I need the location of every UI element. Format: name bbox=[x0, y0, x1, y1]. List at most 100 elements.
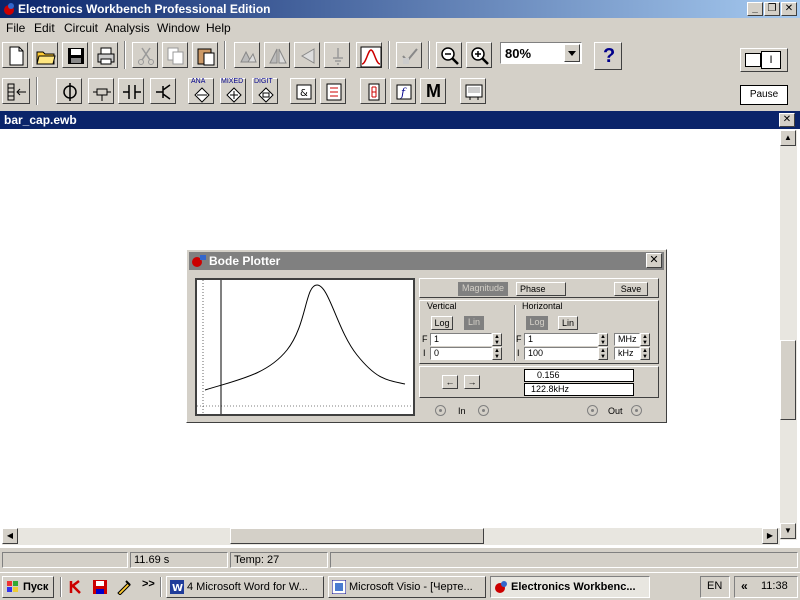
help-button[interactable]: ? bbox=[594, 42, 622, 70]
quicklaunch-more-button[interactable]: >> bbox=[142, 578, 155, 590]
zoom-out-button[interactable] bbox=[436, 42, 462, 68]
horizontal-final-unit-spinner-icon[interactable]: ▲ ▼ bbox=[640, 333, 650, 346]
tool-launcher-icon[interactable] bbox=[116, 579, 132, 595]
windows-logo-icon bbox=[7, 581, 18, 592]
digital-ics-bin-button[interactable]: DIGIT bbox=[252, 78, 278, 104]
analog-label: ANA bbox=[191, 78, 206, 85]
indicators-bin-button[interactable] bbox=[360, 78, 386, 104]
miscellaneous-bin-button[interactable]: M bbox=[420, 78, 446, 104]
tray-expand-button[interactable]: « bbox=[741, 579, 748, 593]
vertical-final-field[interactable]: 1 bbox=[430, 333, 492, 346]
restore-button[interactable]: ❐ bbox=[764, 2, 780, 16]
vertical-scroll-thumb[interactable] bbox=[780, 340, 796, 420]
instruments-bin-button[interactable] bbox=[460, 78, 486, 104]
k-launcher-icon[interactable] bbox=[68, 579, 84, 595]
mixed-ics-bin-button[interactable]: MIXED bbox=[220, 78, 246, 104]
clock[interactable]: 11:38 bbox=[761, 580, 788, 592]
horizontal-scrollbar[interactable]: ◀ ▶ bbox=[2, 528, 780, 545]
task-visio[interactable]: Microsoft Visio - [Черте... bbox=[328, 576, 486, 598]
scroll-down-icon[interactable]: ▼ bbox=[780, 523, 796, 539]
menu-edit[interactable]: Edit bbox=[34, 21, 55, 35]
flip-horizontal-button[interactable] bbox=[264, 42, 290, 68]
vertical-initial-spinner-icon[interactable]: ▲ ▼ bbox=[492, 347, 502, 360]
create-subcircuit-button[interactable] bbox=[356, 42, 382, 68]
app-icon bbox=[4, 3, 14, 15]
minimize-button[interactable]: _ bbox=[747, 2, 763, 16]
sources-bin-button[interactable] bbox=[56, 78, 82, 104]
bode-plotter-title-bar[interactable]: Bode Plotter ✕ bbox=[189, 252, 664, 270]
cursor-right-button[interactable]: → bbox=[464, 375, 480, 389]
horizontal-log-button[interactable]: Log bbox=[526, 316, 548, 330]
open-button[interactable] bbox=[32, 42, 58, 68]
zoom-in-button[interactable] bbox=[466, 42, 492, 68]
horizontal-scroll-thumb[interactable] bbox=[230, 528, 484, 544]
scroll-up-icon[interactable]: ▲ bbox=[780, 130, 796, 146]
save-app-icon[interactable] bbox=[92, 579, 108, 595]
power-switch[interactable]: I bbox=[740, 48, 788, 72]
output-positive-terminal-icon[interactable] bbox=[587, 405, 598, 416]
print-button[interactable] bbox=[92, 42, 118, 68]
horizontal-initial-spinner-icon[interactable]: ▲ ▼ bbox=[598, 347, 608, 360]
document-title-bar[interactable]: bar_cap.ewb ✕ bbox=[0, 111, 800, 129]
transistors-bin-button[interactable] bbox=[150, 78, 176, 104]
chevron-down-icon[interactable] bbox=[564, 44, 580, 62]
cut-button[interactable] bbox=[132, 42, 158, 68]
save-data-button[interactable]: Save bbox=[614, 282, 648, 296]
menu-window[interactable]: Window bbox=[157, 21, 200, 35]
horizontal-final-field[interactable]: 1 bbox=[524, 333, 598, 346]
vertical-initial-field[interactable]: 0 bbox=[430, 347, 492, 360]
vertical-log-button[interactable]: Log bbox=[431, 316, 453, 330]
basic-bin-button[interactable] bbox=[88, 78, 114, 104]
start-button[interactable]: Пуск bbox=[2, 576, 54, 598]
pause-button[interactable]: Pause bbox=[740, 85, 788, 105]
horizontal-initial-field[interactable]: 100 bbox=[524, 347, 598, 360]
task-workbench[interactable]: Electronics Workbenc... bbox=[490, 576, 650, 598]
analog-ics-bin-button[interactable]: ANA bbox=[188, 78, 214, 104]
app-title-bar[interactable]: Electronics Workbench Professional Editi… bbox=[0, 0, 800, 18]
digital-bin-button[interactable] bbox=[320, 78, 346, 104]
scroll-left-icon[interactable]: ◀ bbox=[2, 528, 18, 544]
output-negative-terminal-icon[interactable] bbox=[631, 405, 642, 416]
paste-button[interactable] bbox=[192, 42, 218, 68]
horizontal-lin-button[interactable]: Lin bbox=[558, 316, 578, 330]
bode-close-button[interactable]: ✕ bbox=[646, 253, 662, 268]
component-properties-button[interactable] bbox=[324, 42, 350, 68]
panel-divider bbox=[514, 305, 516, 361]
menu-help[interactable]: Help bbox=[206, 21, 231, 35]
status-extra bbox=[330, 552, 798, 568]
vertical-scrollbar[interactable]: ▲ ▼ bbox=[780, 130, 797, 540]
menu-analysis[interactable]: Analysis bbox=[105, 21, 150, 35]
input-negative-terminal-icon[interactable] bbox=[478, 405, 489, 416]
input-positive-terminal-icon[interactable] bbox=[435, 405, 446, 416]
rotate-button[interactable] bbox=[234, 42, 260, 68]
task-word[interactable]: W 4 Microsoft Word for W... bbox=[166, 576, 324, 598]
parts-bin-toggle-button[interactable] bbox=[2, 78, 30, 104]
magnitude-button[interactable]: Magnitude bbox=[458, 282, 508, 296]
language-indicator[interactable]: EN bbox=[700, 576, 730, 598]
flip-vertical-button[interactable] bbox=[294, 42, 320, 68]
scroll-right-icon[interactable]: ▶ bbox=[762, 528, 778, 544]
bode-plot-area[interactable] bbox=[195, 278, 415, 416]
parts-bin-icon bbox=[7, 83, 26, 101]
save-button[interactable] bbox=[62, 42, 88, 68]
copy-button[interactable] bbox=[162, 42, 188, 68]
horizontal-initial-unit-spinner-icon[interactable]: ▲ ▼ bbox=[640, 347, 650, 360]
horizontal-initial-unit[interactable]: kHz bbox=[614, 347, 640, 360]
logic-gates-bin-button[interactable]: & bbox=[290, 78, 316, 104]
close-button[interactable]: ✕ bbox=[781, 2, 797, 16]
phase-button[interactable]: Phase bbox=[516, 282, 566, 296]
vertical-lin-button[interactable]: Lin bbox=[464, 316, 484, 330]
horizontal-final-spinner-icon[interactable]: ▲ ▼ bbox=[598, 333, 608, 346]
cursor-left-button[interactable]: ← bbox=[442, 375, 458, 389]
document-close-button[interactable]: ✕ bbox=[779, 113, 795, 127]
controls-bin-button[interactable]: f bbox=[390, 78, 416, 104]
menu-file[interactable]: File bbox=[6, 21, 25, 35]
horizontal-final-unit[interactable]: MHz bbox=[614, 333, 640, 346]
diodes-bin-button[interactable] bbox=[118, 78, 144, 104]
menu-circuit[interactable]: Circuit bbox=[64, 21, 98, 35]
zoom-select[interactable]: 80% bbox=[500, 42, 582, 64]
horizontal-label: Horizontal bbox=[522, 301, 563, 311]
analysis-graphs-button[interactable] bbox=[396, 42, 422, 68]
new-button[interactable] bbox=[2, 42, 28, 68]
vertical-final-spinner-icon[interactable]: ▲ ▼ bbox=[492, 333, 502, 346]
